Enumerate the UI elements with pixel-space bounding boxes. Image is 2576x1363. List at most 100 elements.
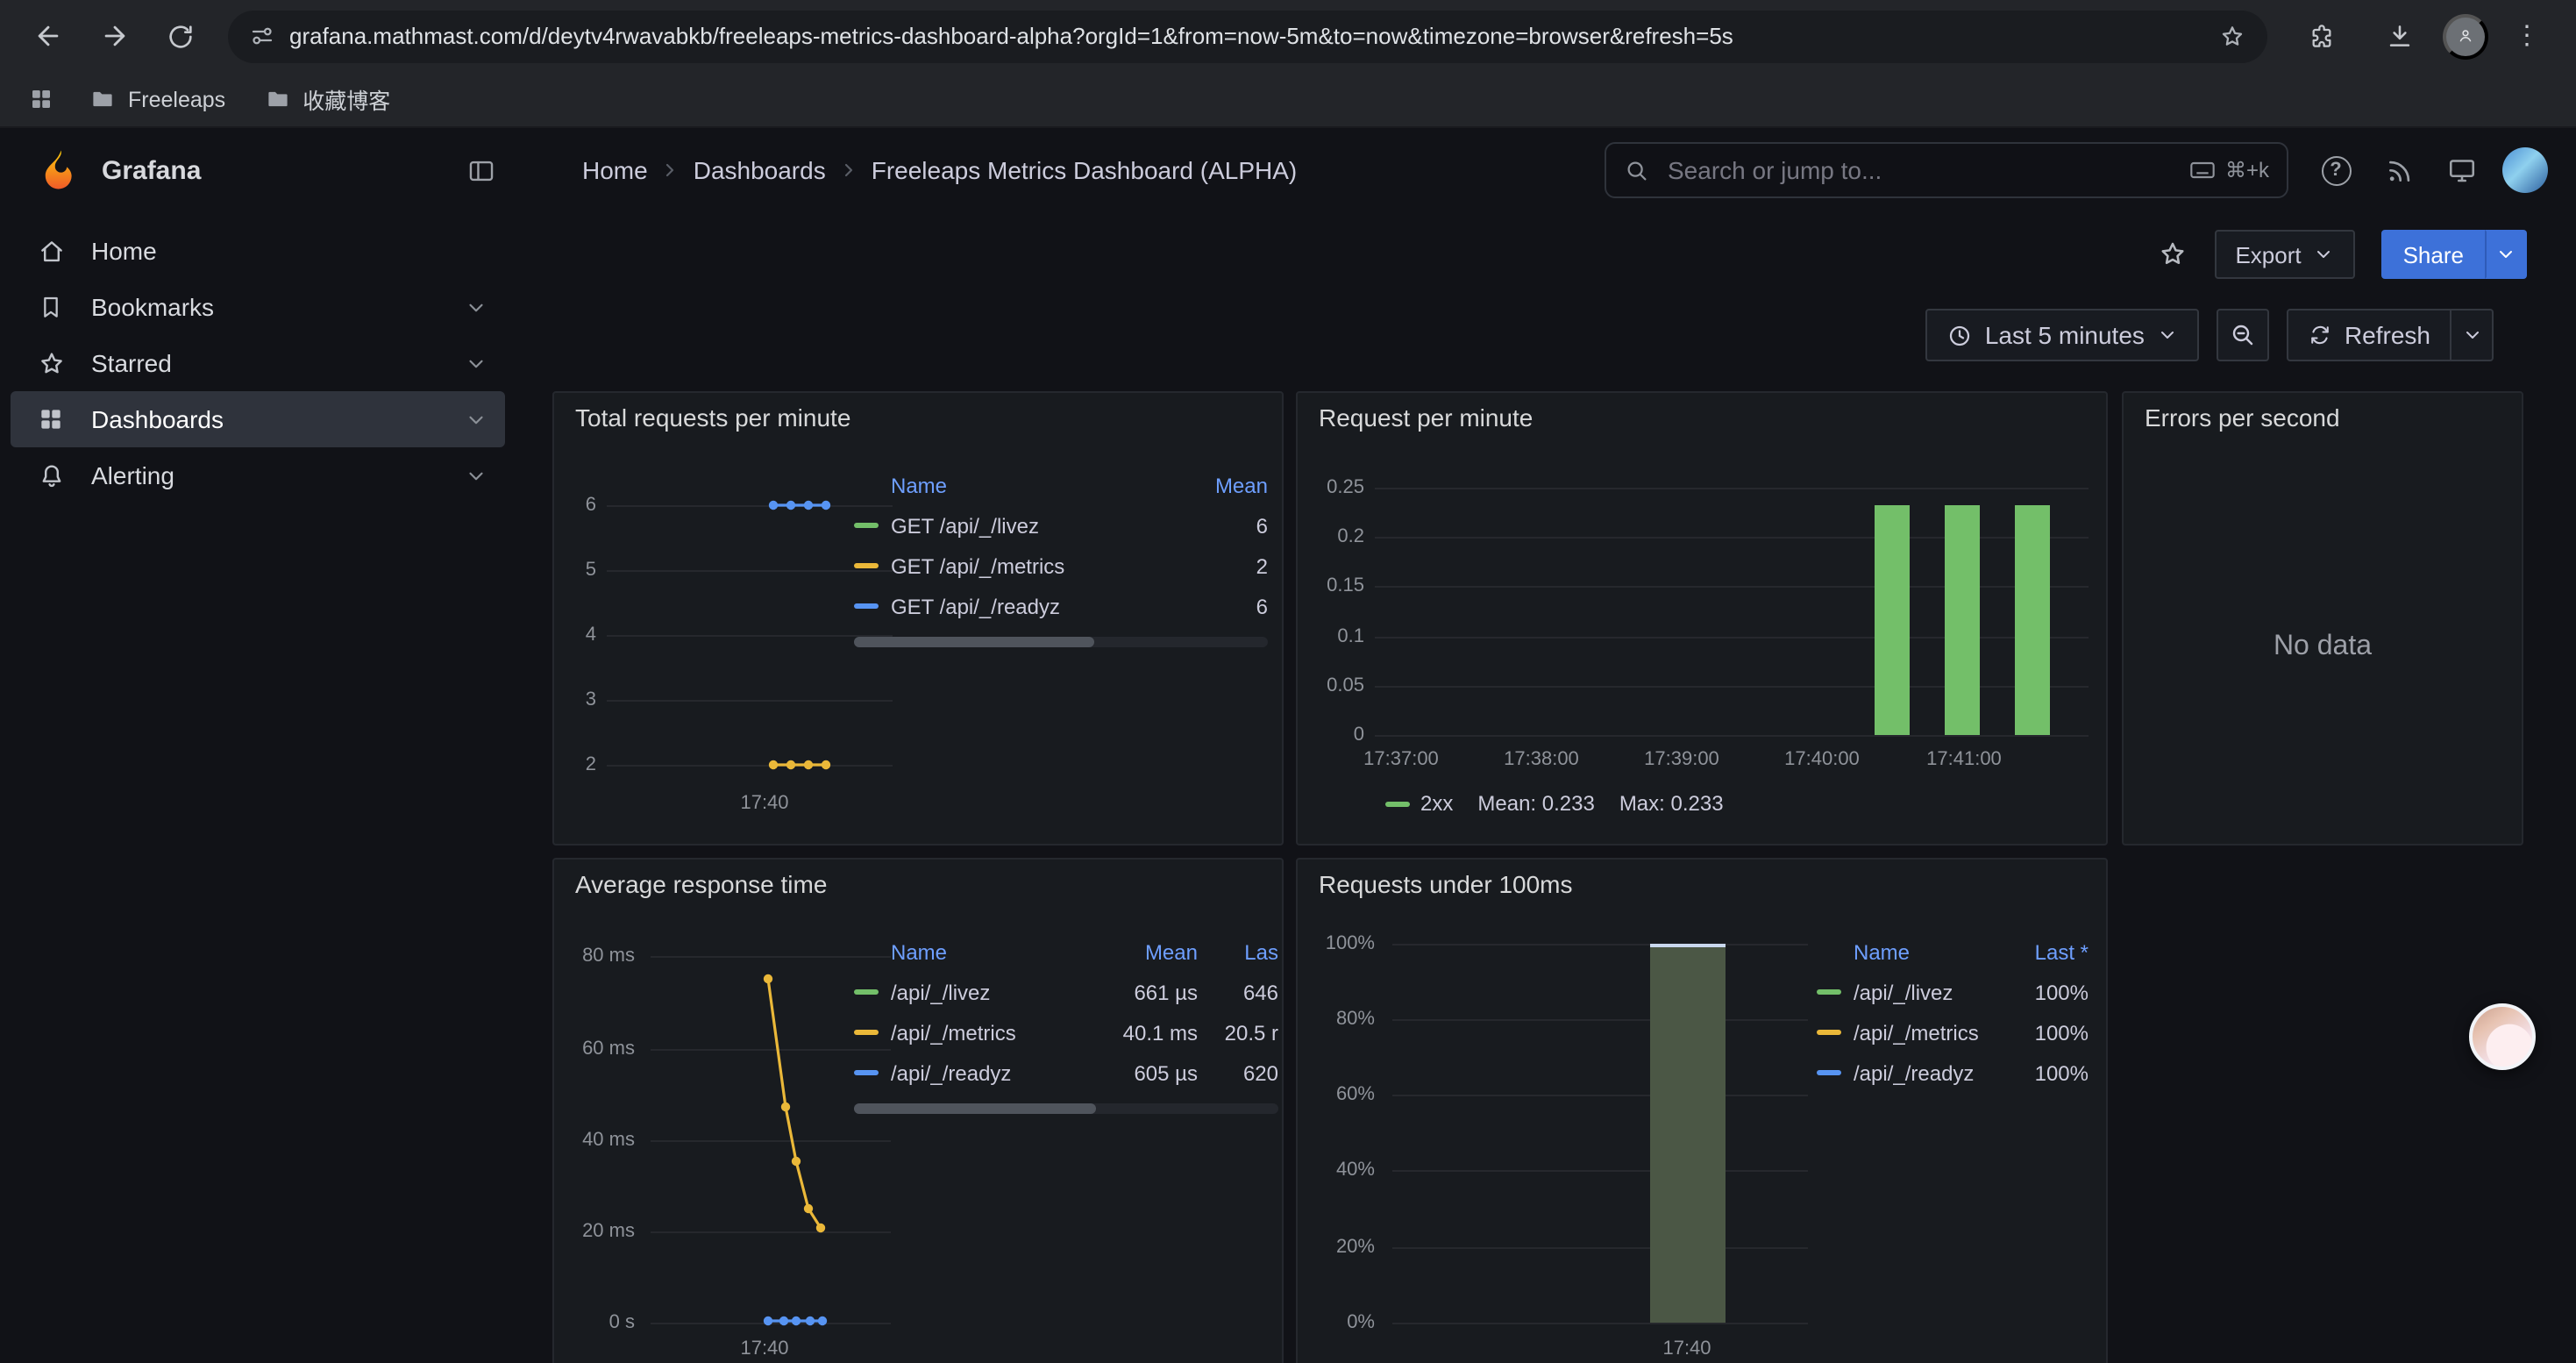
apps-grid-icon[interactable] <box>18 81 65 118</box>
site-settings-icon[interactable] <box>249 23 275 49</box>
panel-title[interactable]: Total requests per minute <box>575 403 850 432</box>
dashboards-grid-icon <box>35 405 67 433</box>
zoom-out-button[interactable] <box>2217 309 2269 361</box>
x-tick-label: 17:40 <box>712 791 817 816</box>
y-tick-label: 20 ms <box>554 1219 635 1244</box>
y-tick-label: 80 ms <box>554 944 635 968</box>
bar-2xx[interactable] <box>2015 505 2050 735</box>
search-shortcut: ⌘+k <box>2188 156 2269 184</box>
chevron-down-icon[interactable] <box>465 408 487 431</box>
bookmark-folder-blogs[interactable]: 收藏博客 <box>250 77 404 121</box>
bookmark-label: Freeleaps <box>128 87 225 111</box>
sidebar-item-bookmarks[interactable]: Bookmarks <box>11 279 505 335</box>
series-table: Name Last * /api/_/livez 100% /api/_/met… <box>1806 933 2089 1093</box>
refresh-interval-caret[interactable] <box>2451 309 2494 361</box>
series-color-marker <box>1385 801 1410 806</box>
sidebar-item-dashboards[interactable]: Dashboards <box>11 391 505 447</box>
export-button[interactable]: Export <box>2214 230 2355 279</box>
url-bar[interactable]: grafana.mathmast.com/d/deytv4rwavabkb/fr… <box>228 10 2267 62</box>
series-color-marker <box>1817 1030 1841 1035</box>
series-row[interactable]: GET /api/_/livez 6 <box>854 505 1268 546</box>
panel-title[interactable]: Average response time <box>575 870 827 898</box>
back-icon <box>32 21 62 51</box>
grafana-logo[interactable] <box>37 147 82 193</box>
search-box[interactable]: ⌘+k <box>1605 142 2288 198</box>
column-header-name[interactable]: Name <box>854 474 1177 498</box>
bookmark-icon <box>35 293 67 321</box>
y-tick-label: 0.15 <box>1298 574 1364 598</box>
chevron-down-icon[interactable] <box>465 352 487 375</box>
share-menu-caret[interactable] <box>2485 230 2527 279</box>
help-icon[interactable]: ? <box>2313 147 2359 193</box>
panel-title[interactable]: Request per minute <box>1319 403 1533 432</box>
table-header: Name Mean <box>854 467 1268 505</box>
assistant-avatar[interactable] <box>2469 1003 2536 1070</box>
series-row[interactable]: /api/_/livez 100% <box>1817 972 2089 1012</box>
share-button[interactable]: Share <box>2382 230 2485 279</box>
legend-item-2xx[interactable]: 2xx <box>1385 791 1453 816</box>
search-input[interactable] <box>1664 154 2174 186</box>
news-rss-icon[interactable] <box>2376 147 2422 193</box>
downloads-icon[interactable] <box>2374 11 2423 61</box>
column-header-name[interactable]: Name <box>1817 940 2001 965</box>
bar-under-100ms[interactable] <box>1650 944 1726 1323</box>
y-tick-label: 0.1 <box>1298 624 1364 649</box>
browser-window: grafana.mathmast.com/d/deytv4rwavabkb/fr… <box>0 0 2576 1363</box>
back-button[interactable] <box>23 11 72 61</box>
series-color-marker <box>854 603 879 609</box>
x-tick-label: 17:41:00 <box>1911 747 2017 772</box>
time-range-picker[interactable]: Last 5 minutes <box>1925 309 2199 361</box>
reload-button[interactable] <box>156 11 205 61</box>
bookmark-star-icon[interactable] <box>2218 22 2246 50</box>
panel-title[interactable]: Errors per second <box>2145 403 2340 432</box>
column-header-mean[interactable]: Mean <box>1177 474 1268 498</box>
column-header-mean[interactable]: Mean <box>1096 940 1198 965</box>
refresh-button[interactable]: Refresh <box>2287 309 2451 361</box>
column-header-name[interactable]: Name <box>854 940 1096 965</box>
bar-2xx[interactable] <box>1875 505 1910 735</box>
chevron-down-icon[interactable] <box>465 296 487 318</box>
series-row[interactable]: /api/_/readyz 605 µs 620 <box>854 1053 1278 1093</box>
series-row[interactable]: /api/_/metrics 100% <box>1817 1012 2089 1053</box>
x-tick-label: 17:38:00 <box>1489 747 1594 772</box>
no-data-message: No data <box>2124 632 2522 663</box>
column-header-last[interactable]: Las <box>1198 940 1278 965</box>
brand-name: Grafana <box>102 155 201 185</box>
breadcrumb-separator-icon <box>838 160 859 181</box>
favorite-star-icon[interactable] <box>2156 239 2188 270</box>
scrollbar-thumb[interactable] <box>854 1103 1096 1114</box>
breadcrumb-home[interactable]: Home <box>582 156 648 184</box>
column-header-last[interactable]: Last * <box>2001 940 2089 965</box>
sidebar-item-starred[interactable]: Starred <box>11 335 505 391</box>
bar-2xx[interactable] <box>1945 505 1980 735</box>
series-row[interactable]: GET /api/_/metrics 2 <box>854 546 1268 586</box>
series-color-marker <box>854 563 879 568</box>
panel-legend: 2xx Mean: 0.233 Max: 0.233 <box>1385 791 1724 816</box>
series-row[interactable]: /api/_/readyz 100% <box>1817 1053 2089 1093</box>
sidebar-item-alerting[interactable]: Alerting <box>11 447 505 503</box>
home-icon <box>35 236 67 266</box>
breadcrumb-dashboards[interactable]: Dashboards <box>694 156 826 184</box>
x-tick-label: 17:40 <box>1634 1337 1740 1361</box>
browser-profile-avatar[interactable] <box>2443 13 2488 59</box>
scrollbar-thumb[interactable] <box>854 637 1094 647</box>
user-avatar[interactable] <box>2502 147 2548 193</box>
x-tick-label: 17:40:00 <box>1769 747 1875 772</box>
kiosk-monitor-icon[interactable] <box>2439 147 2485 193</box>
chevron-down-icon[interactable] <box>465 464 487 487</box>
browser-menu-icon[interactable]: ⋮ <box>2508 11 2546 61</box>
table-scrollbar <box>854 1103 1278 1114</box>
series-row[interactable]: GET /api/_/readyz 6 <box>854 586 1268 626</box>
keyboard-icon <box>2188 156 2217 184</box>
panel-title[interactable]: Requests under 100ms <box>1319 870 1573 898</box>
dock-menu-icon[interactable] <box>459 149 502 191</box>
forward-button[interactable] <box>89 11 139 61</box>
chevron-down-icon <box>2157 325 2178 346</box>
extensions-icon[interactable] <box>2297 11 2346 61</box>
plot-area[interactable] <box>607 491 893 779</box>
series-row[interactable]: /api/_/livez 661 µs 646 <box>854 972 1278 1012</box>
series-color-marker <box>854 1030 879 1035</box>
series-row[interactable]: /api/_/metrics 40.1 ms 20.5 r <box>854 1012 1278 1053</box>
bookmark-folder-freeleaps[interactable]: Freeleaps <box>75 81 239 118</box>
sidebar-item-home[interactable]: Home <box>11 223 505 279</box>
